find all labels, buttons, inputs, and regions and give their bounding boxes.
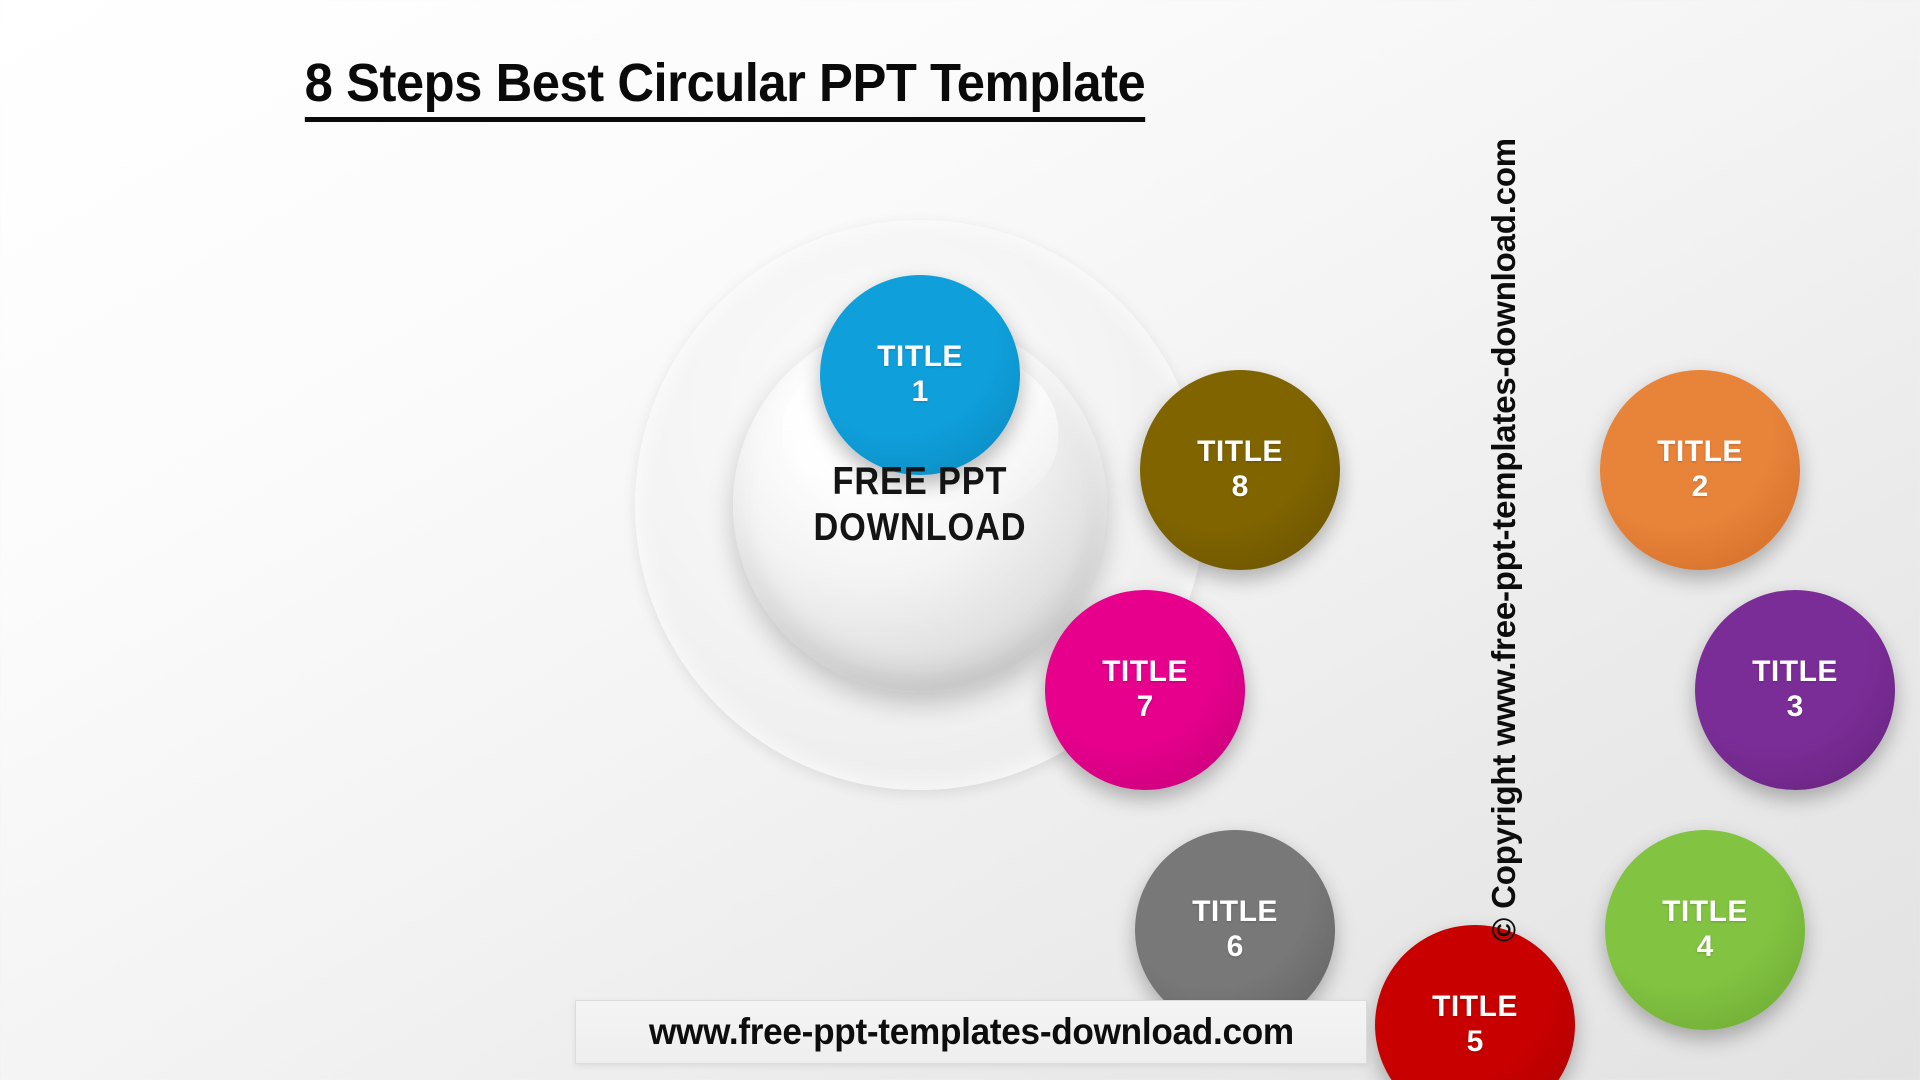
step-circle-title-2[interactable]: TITLE 2 bbox=[1600, 370, 1800, 570]
step-label-4: TITLE bbox=[1662, 894, 1748, 928]
step-circle-title-7[interactable]: TITLE 7 bbox=[1045, 590, 1245, 790]
step-number-6: 6 bbox=[1226, 929, 1244, 963]
footer-url-bar[interactable]: www.free-ppt-templates-download.com bbox=[575, 1000, 1367, 1064]
step-circle-title-3[interactable]: TITLE 3 bbox=[1695, 590, 1895, 790]
step-label-8: TITLE bbox=[1197, 434, 1283, 468]
page-title-text: 8 Steps Best Circular PPT Template bbox=[304, 52, 1146, 122]
step-circle-title-5[interactable]: TITLE 5 bbox=[1375, 925, 1575, 1080]
step-label-3: TITLE bbox=[1752, 654, 1838, 688]
page-title: 8 Steps Best Circular PPT Template bbox=[44, 52, 1407, 122]
step-label-2: TITLE bbox=[1657, 434, 1743, 468]
copyright-notice: © Copyright www.free-ppt-templates-downl… bbox=[1485, 138, 1523, 942]
step-label-5: TITLE bbox=[1432, 989, 1518, 1023]
footer-url-text: www.free-ppt-templates-download.com bbox=[648, 1011, 1294, 1052]
step-number-7: 7 bbox=[1136, 689, 1154, 723]
step-circle-title-4[interactable]: TITLE 4 bbox=[1605, 830, 1805, 1030]
center-hub-line1: FREE PPT bbox=[832, 459, 1008, 503]
step-label-6: TITLE bbox=[1192, 894, 1278, 928]
center-hub-line2: DOWNLOAD bbox=[813, 506, 1027, 549]
step-number-3: 3 bbox=[1786, 689, 1804, 723]
circular-process-diagram: FREE PPT DOWNLOAD TITLE 1 TITLE 2 TITLE … bbox=[520, 130, 1895, 1080]
step-number-4: 4 bbox=[1696, 929, 1714, 963]
step-number-8: 8 bbox=[1231, 469, 1249, 503]
step-label-7: TITLE bbox=[1102, 654, 1188, 688]
step-number-1: 1 bbox=[911, 374, 929, 408]
step-circle-title-1[interactable]: TITLE 1 bbox=[820, 275, 1020, 475]
center-hub-label: FREE PPT DOWNLOAD bbox=[814, 459, 1027, 551]
step-number-2: 2 bbox=[1691, 469, 1709, 503]
step-number-5: 5 bbox=[1466, 1024, 1484, 1058]
step-circle-title-8[interactable]: TITLE 8 bbox=[1140, 370, 1340, 570]
step-label-1: TITLE bbox=[877, 339, 963, 373]
